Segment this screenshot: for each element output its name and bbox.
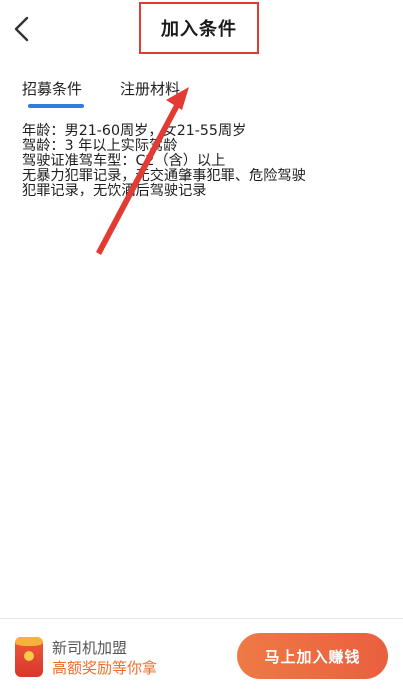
tab-registration-materials[interactable]: 注册材料 [120,78,180,99]
tab-recruitment-conditions[interactable]: 招募条件 [22,78,82,99]
condition-license-class: 驾驶证准驾车型：C2（含）以上 [22,153,226,169]
condition-driving-years: 驾龄：3 年以上实际驾龄 [22,138,178,154]
conditions-text: 年龄：男21-60周岁，女21-55周岁 驾龄：3 年以上实际驾龄 驾驶证准驾车… [22,124,387,199]
back-button[interactable] [8,14,34,44]
condition-drunk-driving: 犯罪记录，无饮酒后驾驶记录 [22,183,207,199]
condition-age: 年龄：男21-60周岁，女21-55周岁 [22,123,247,139]
bottom-bar: 新司机加盟 高额奖励等你拿 马上加入赚钱 [0,619,403,700]
tab-bar: 招募条件 注册材料 [0,72,403,112]
promo-subtitle: 高额奖励等你拿 [52,659,158,677]
condition-criminal-record: 无暴力犯罪记录，无交通肇事犯罪、危险驾驶 [22,168,306,184]
header: 加入条件 [0,0,403,62]
title-highlight-box: 加入条件 [139,2,259,54]
promo-title: 新司机加盟 [52,639,128,657]
page-title: 加入条件 [161,19,237,40]
active-tab-indicator [28,104,84,108]
join-now-button[interactable]: 马上加入赚钱 [237,633,388,679]
red-envelope-icon [15,637,43,677]
chevron-left-icon [14,16,29,42]
